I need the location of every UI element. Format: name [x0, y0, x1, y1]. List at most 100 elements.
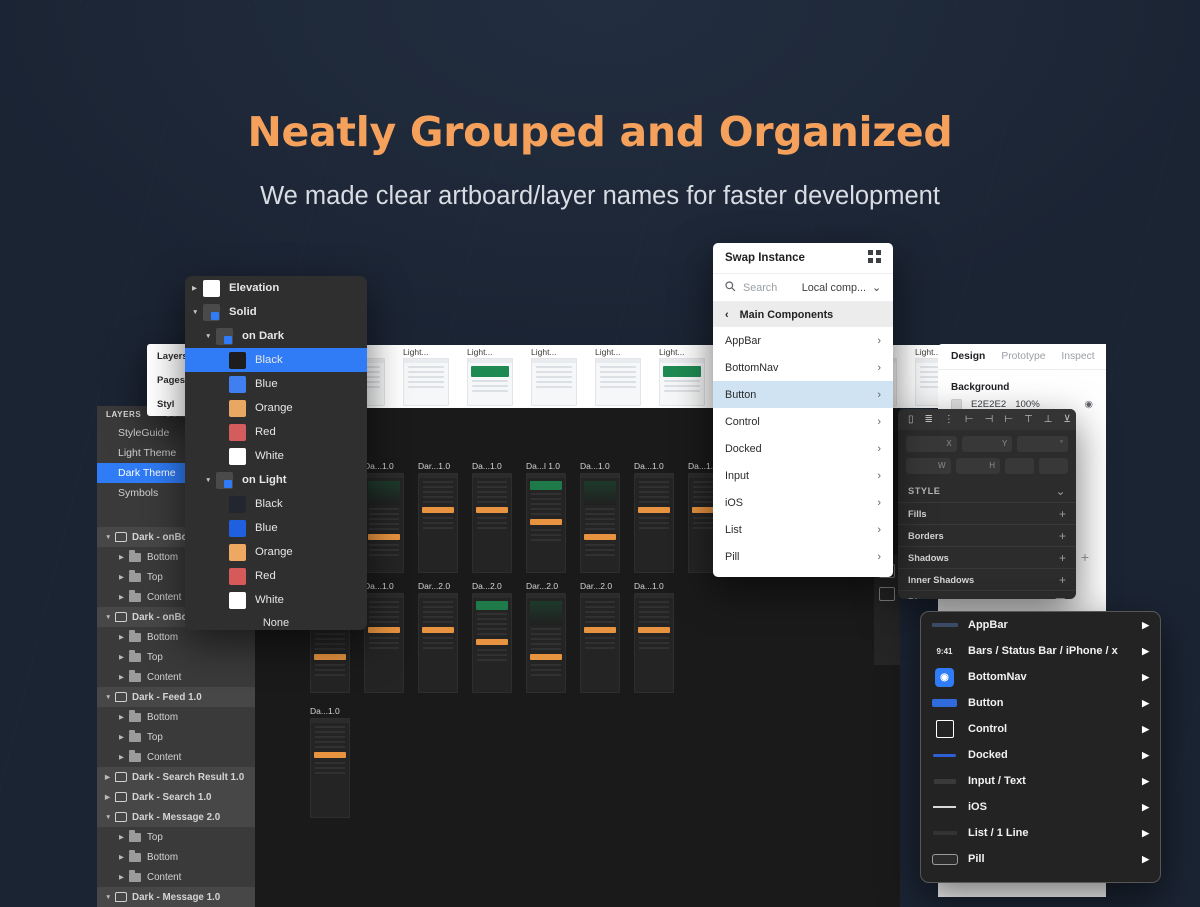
chevron-right-icon[interactable]: [119, 573, 128, 581]
color-style-row[interactable]: White: [185, 588, 367, 612]
add-icon[interactable]: +: [1059, 507, 1066, 521]
chevron-down-icon[interactable]: [192, 309, 203, 316]
tab-prototype[interactable]: Prototype: [1001, 351, 1045, 362]
color-style-row[interactable]: Red: [185, 564, 367, 588]
swap-search-row[interactable]: Search Local comp... ⌄: [713, 274, 893, 302]
flip-horizontal-button[interactable]: [1005, 458, 1034, 474]
swap-item-appbar[interactable]: AppBar›: [713, 327, 893, 354]
swap-breadcrumb[interactable]: ‹ Main Components: [713, 302, 893, 327]
properties-inspector[interactable]: ▯ ≣ ⋮ ⊢ ⊣ ⊢ ⊤ ⊥ ⊻ STYLE ⌄ Fills+Borders+…: [898, 409, 1076, 599]
align-center-icon[interactable]: ≣: [925, 414, 933, 425]
chevron-right-icon[interactable]: ›: [877, 389, 881, 401]
color-style-list[interactable]: ElevationSolidon DarkBlackBlueOrangeRedW…: [185, 276, 367, 612]
add-icon[interactable]: ▣: [1055, 595, 1066, 600]
distribute-center-icon[interactable]: ⊣: [985, 414, 994, 425]
dark-artboard-thumb[interactable]: [472, 473, 512, 573]
dark-artboard-thumb[interactable]: [580, 593, 620, 693]
swap-item-button[interactable]: Button›: [713, 381, 893, 408]
expand-arrow-icon[interactable]: ▶: [1142, 802, 1149, 813]
color-style-none[interactable]: None: [185, 612, 367, 630]
swap-item-bottomnav[interactable]: BottomNav›: [713, 354, 893, 381]
layer-folder-row[interactable]: Content: [97, 667, 255, 687]
color-style-row[interactable]: Orange: [185, 540, 367, 564]
chevron-right-icon[interactable]: ›: [877, 443, 881, 455]
chevron-right-icon[interactable]: ›: [877, 551, 881, 563]
add-icon[interactable]: +: [1059, 529, 1066, 543]
component-item[interactable]: ◉BottomNav▶: [921, 664, 1160, 690]
layer-folder-row[interactable]: Content: [97, 867, 255, 887]
dark-artboard-thumb[interactable]: [634, 473, 674, 573]
chevron-right-icon[interactable]: ›: [877, 524, 881, 536]
layer-folder-row[interactable]: Content: [97, 747, 255, 767]
swap-item-list[interactable]: List›: [713, 516, 893, 543]
expand-arrow-icon[interactable]: ▶: [1142, 672, 1149, 683]
component-item[interactable]: Pill▶: [921, 846, 1160, 872]
chevron-down-icon[interactable]: [105, 894, 114, 901]
eye-icon[interactable]: ◉: [1085, 399, 1093, 410]
add-icon[interactable]: +: [1059, 551, 1066, 565]
tab-inspect[interactable]: Inspect: [1061, 351, 1094, 362]
component-item[interactable]: List / 1 Line▶: [921, 820, 1160, 846]
expand-arrow-icon[interactable]: ▶: [1142, 750, 1149, 761]
tab-layers[interactable]: LAYERS: [106, 410, 141, 419]
layer-artboard-row[interactable]: Dark - Feed 1.0: [97, 687, 255, 707]
swap-component-list[interactable]: AppBar›BottomNav›Button›Control›Docked›I…: [713, 327, 893, 570]
expand-arrow-icon[interactable]: ▶: [1142, 698, 1149, 709]
color-style-picker[interactable]: ElevationSolidon DarkBlackBlueOrangeRedW…: [185, 276, 367, 630]
chevron-right-icon[interactable]: [119, 753, 128, 761]
align-bottom-icon[interactable]: ⊻: [1064, 414, 1071, 425]
layer-artboard-row[interactable]: Dark - Search Result 1.0: [97, 767, 255, 787]
layer-artboard-row[interactable]: Dark - Search 1.0: [97, 787, 255, 807]
color-style-row[interactable]: Blue: [185, 516, 367, 540]
expand-arrow-icon[interactable]: ▶: [1142, 724, 1149, 735]
position-fields[interactable]: [898, 430, 1076, 452]
swap-item-ios[interactable]: iOS›: [713, 489, 893, 516]
add-property-button[interactable]: +: [1081, 549, 1089, 565]
component-item[interactable]: iOS▶: [921, 794, 1160, 820]
style-section-header[interactable]: STYLE ⌄: [898, 480, 1076, 502]
component-item[interactable]: Control▶: [921, 716, 1160, 742]
chevron-right-icon[interactable]: [119, 633, 128, 641]
flip-vertical-button[interactable]: [1039, 458, 1068, 474]
x-field[interactable]: [906, 436, 957, 452]
chevron-right-icon[interactable]: [105, 773, 114, 781]
layer-artboard-row[interactable]: Dark - Message 2.0: [97, 807, 255, 827]
chevron-right-icon[interactable]: [192, 284, 203, 292]
expand-arrow-icon[interactable]: ▶: [1142, 620, 1149, 631]
dark-artboard-thumb[interactable]: [526, 593, 566, 693]
light-artboard-thumb[interactable]: [595, 358, 641, 406]
component-item[interactable]: Docked▶: [921, 742, 1160, 768]
chevron-right-icon[interactable]: ›: [877, 335, 881, 347]
swap-item-docked[interactable]: Docked›: [713, 435, 893, 462]
layer-folder-row[interactable]: Top: [97, 727, 255, 747]
light-artboard-thumb[interactable]: [403, 358, 449, 406]
swap-item-control[interactable]: Control›: [713, 408, 893, 435]
swap-item-pill[interactable]: Pill›: [713, 543, 893, 570]
chevron-down-icon[interactable]: [205, 477, 216, 484]
back-chevron-icon[interactable]: ‹: [725, 309, 729, 321]
chevron-down-icon[interactable]: [105, 814, 114, 821]
align-middle-icon[interactable]: ⊥: [1044, 414, 1053, 425]
dark-artboard-thumb[interactable]: [580, 473, 620, 573]
chevron-right-icon[interactable]: [119, 553, 128, 561]
style-section-fills[interactable]: Fills+: [898, 502, 1076, 524]
chevron-right-icon[interactable]: [119, 853, 128, 861]
style-section-blurs[interactable]: Blurs▣: [898, 590, 1076, 599]
color-style-row[interactable]: Blue: [185, 372, 367, 396]
y-field[interactable]: [962, 436, 1013, 452]
dark-artboard-thumb[interactable]: [634, 593, 674, 693]
expand-arrow-icon[interactable]: ▶: [1142, 646, 1149, 657]
color-style-row[interactable]: Solid: [185, 300, 367, 324]
inspector-tabs[interactable]: Design Prototype Inspect: [938, 344, 1106, 370]
component-item[interactable]: 9:41Bars / Status Bar / iPhone / x▶: [921, 638, 1160, 664]
style-section-inner-shadows[interactable]: Inner Shadows+: [898, 568, 1076, 590]
chevron-down-icon[interactable]: [105, 694, 114, 701]
component-item[interactable]: Input / Text▶: [921, 768, 1160, 794]
color-style-row[interactable]: Black: [185, 492, 367, 516]
search-input[interactable]: Search: [743, 282, 777, 294]
swap-item-input[interactable]: Input›: [713, 462, 893, 489]
expand-arrow-icon[interactable]: ▶: [1142, 776, 1149, 787]
chevron-down-icon[interactable]: [205, 333, 216, 340]
color-style-row[interactable]: on Light: [185, 468, 367, 492]
layer-artboard-row[interactable]: Dark - Message 1.0: [97, 887, 255, 907]
